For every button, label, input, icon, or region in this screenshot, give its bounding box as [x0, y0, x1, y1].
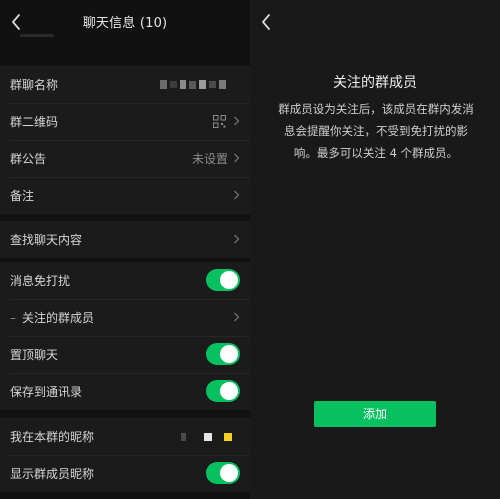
- followed-members-row[interactable]: – 关注的群成员: [0, 299, 250, 336]
- group-name-label: 群聊名称: [10, 78, 59, 92]
- followed-members-description: 群成员设为关注后，该成员在群内发消息会提醒你关注，不受到免打扰的影响。最多可以关…: [278, 102, 474, 160]
- chat-info-panel: 聊天信息 (10) 群聊名称 群二维码 群公告 未设置 备注 查找聊天内容 消息…: [0, 0, 250, 499]
- followed-members-marker: –: [10, 310, 16, 325]
- announcement-value: 未设置: [191, 152, 228, 166]
- notification-section: 消息免打扰 – 关注的群成员 置顶聊天 保存到通讯录: [0, 262, 250, 410]
- redacted-group-name: [160, 80, 226, 89]
- nickname-section: 我在本群的昵称 显示群成员昵称: [0, 418, 250, 492]
- do-not-disturb-row: 消息免打扰: [0, 262, 250, 299]
- chat-info-header: 聊天信息 (10): [0, 0, 250, 46]
- pin-chat-row: 置顶聊天: [0, 336, 250, 373]
- toggle-knob: [220, 464, 238, 482]
- my-nickname-label: 我在本群的昵称: [10, 430, 95, 444]
- redacted-text: [20, 34, 54, 37]
- remark-row[interactable]: 备注: [0, 177, 250, 214]
- announcement-label: 群公告: [10, 152, 47, 166]
- group-settings-section: 群聊名称 群二维码 群公告 未设置 备注: [0, 66, 250, 214]
- save-to-contacts-toggle[interactable]: [206, 380, 240, 402]
- toggle-knob: [220, 382, 238, 400]
- add-member-button[interactable]: 添加: [314, 401, 436, 427]
- my-nickname-row[interactable]: 我在本群的昵称: [0, 418, 250, 455]
- chevron-right-icon: [234, 153, 240, 163]
- show-nicknames-toggle[interactable]: [206, 462, 240, 484]
- followed-members-title: 关注的群成员: [333, 75, 417, 91]
- show-nicknames-row: 显示群成员昵称: [0, 455, 250, 492]
- followed-members-label: 关注的群成员: [22, 311, 95, 325]
- qr-code-icon: [213, 115, 226, 128]
- announcement-row[interactable]: 群公告 未设置: [0, 140, 250, 177]
- chevron-right-icon: [234, 234, 240, 244]
- do-not-disturb-toggle[interactable]: [206, 269, 240, 291]
- chevron-right-icon: [234, 312, 240, 322]
- qr-code-label: 群二维码: [10, 115, 59, 129]
- search-history-label: 查找聊天内容: [10, 233, 83, 247]
- pin-chat-toggle[interactable]: [206, 343, 240, 365]
- toggle-knob: [220, 345, 238, 363]
- pin-chat-label: 置顶聊天: [10, 348, 59, 362]
- group-name-row[interactable]: 群聊名称: [0, 66, 250, 103]
- page-title: 聊天信息 (10): [82, 16, 168, 31]
- screen: 聊天信息 (10) 群聊名称 群二维码 群公告 未设置 备注 查找聊天内容 消息…: [0, 0, 500, 499]
- qr-code-row[interactable]: 群二维码: [0, 103, 250, 140]
- remark-label: 备注: [10, 189, 35, 203]
- search-history-row[interactable]: 查找聊天内容: [0, 221, 250, 258]
- save-to-contacts-label: 保存到通讯录: [10, 385, 83, 399]
- search-section: 查找聊天内容: [0, 221, 250, 258]
- redacted-nickname: [181, 432, 232, 441]
- toggle-knob: [220, 271, 238, 289]
- chevron-right-icon: [234, 116, 240, 126]
- show-nicknames-label: 显示群成员昵称: [10, 467, 95, 481]
- save-to-contacts-row: 保存到通讯录: [0, 373, 250, 410]
- do-not-disturb-label: 消息免打扰: [10, 274, 71, 288]
- back-arrow-icon[interactable]: [259, 12, 275, 32]
- followed-members-panel: 关注的群成员 群成员设为关注后，该成员在群内发消息会提醒你关注，不受到免打扰的影…: [250, 0, 500, 499]
- chevron-right-icon: [234, 190, 240, 200]
